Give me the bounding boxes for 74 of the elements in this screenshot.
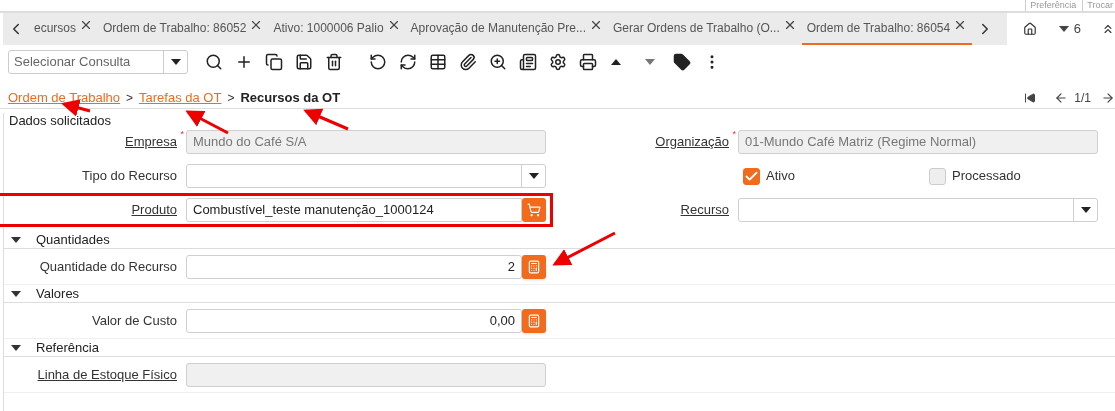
move-up-icon [611,59,621,65]
calculator-button[interactable] [522,254,546,279]
readonly-field: Mundo do Café S/A [186,130,546,154]
tab[interactable]: Gerar Ordens de Trabalho (O... [608,13,802,45]
section-title: Dados solicitados [9,113,111,129]
breadcrumb-current: Recursos da OT [240,88,341,107]
tab[interactable]: Ativo: 1000006 Palio [268,13,406,45]
plus-icon[interactable] [235,53,253,71]
printer-icon[interactable] [579,53,597,71]
undo-icon[interactable] [369,53,387,71]
section-header[interactable]: Referência [4,339,1115,357]
annotation-arrow [185,110,229,135]
dropdown-caret-icon [1080,207,1091,213]
calculator-icon [527,259,541,274]
collapse-icon[interactable] [1101,22,1115,36]
move-down-icon [645,59,655,65]
next-icon[interactable] [1101,90,1115,105]
table-icon[interactable] [429,53,447,71]
readonly-field: 01-Mundo Café Matriz (Regime Normal) [738,130,1098,154]
expand-caret-icon [11,290,21,297]
field-label: Recurso [680,201,729,220]
dropdown-caret-icon [170,59,181,65]
save-icon[interactable] [295,53,313,71]
tab[interactable]: ecursos [29,13,99,45]
field-label: Empresa [124,133,177,152]
record-counter: 1/1 [1074,89,1091,107]
calculator-button[interactable] [522,308,546,333]
dropdown-caret-icon [1058,26,1069,32]
select-field[interactable] [186,164,546,188]
tab[interactable]: Aprovação de Manutenção Pre... [405,13,608,45]
settings-icon[interactable] [549,53,567,71]
card-view-icon[interactable] [519,53,537,71]
zoom-in-icon[interactable] [489,53,507,71]
checkbox-label: Ativo [766,167,795,186]
section-header[interactable]: Valores [4,285,1115,303]
field-label: Linha de Estoque Físico [37,365,177,384]
field-label: Quantidade do Recurso [39,257,177,276]
cart-icon [527,203,541,217]
dropdown-caret-icon [528,173,539,179]
checkbox[interactable] [743,167,760,185]
checkbox[interactable] [929,167,946,185]
close-icon[interactable] [589,18,603,32]
field-label: Organização [655,133,729,152]
number-field[interactable]: 2 [186,254,522,279]
section-header[interactable]: Quantidades [4,231,1115,249]
home-icon[interactable] [1022,22,1037,36]
field-label: Valor de Custo [91,311,177,330]
expand-caret-icon [11,236,21,243]
input-field[interactable]: Combustível_teste manutenção_1000124 [186,198,522,222]
required-mark: * [732,128,736,142]
expand-caret-icon [11,344,21,351]
tab[interactable]: Ordem de Trabalho: 86052 [98,13,269,45]
tag-icon[interactable] [673,53,691,71]
search-icon[interactable] [205,53,223,71]
previous-icon[interactable] [1054,90,1069,105]
annotation-arrow [552,231,616,266]
refresh-icon[interactable] [399,53,417,71]
required-mark: * [180,128,184,142]
copy-icon[interactable] [265,53,283,71]
breadcrumb-separator: > [227,89,235,107]
select-field[interactable] [738,198,1098,222]
trash-icon[interactable] [325,53,343,71]
query-select[interactable]: Selecionar Consulta [8,50,188,74]
field-label: Tipo do Recurso [82,167,177,186]
cart-button[interactable] [522,198,546,222]
windows-menu-button[interactable]: 6 [1058,19,1081,39]
breadcrumb-separator: > [126,89,134,107]
field-label: Produto [131,201,177,220]
paperclip-icon[interactable] [459,53,477,71]
first-record-icon[interactable] [1024,91,1037,104]
calculator-icon [527,313,541,328]
annotation-arrow [303,108,349,131]
number-field[interactable]: 0,00 [186,308,522,333]
checkbox-label: Processado [952,167,1021,186]
